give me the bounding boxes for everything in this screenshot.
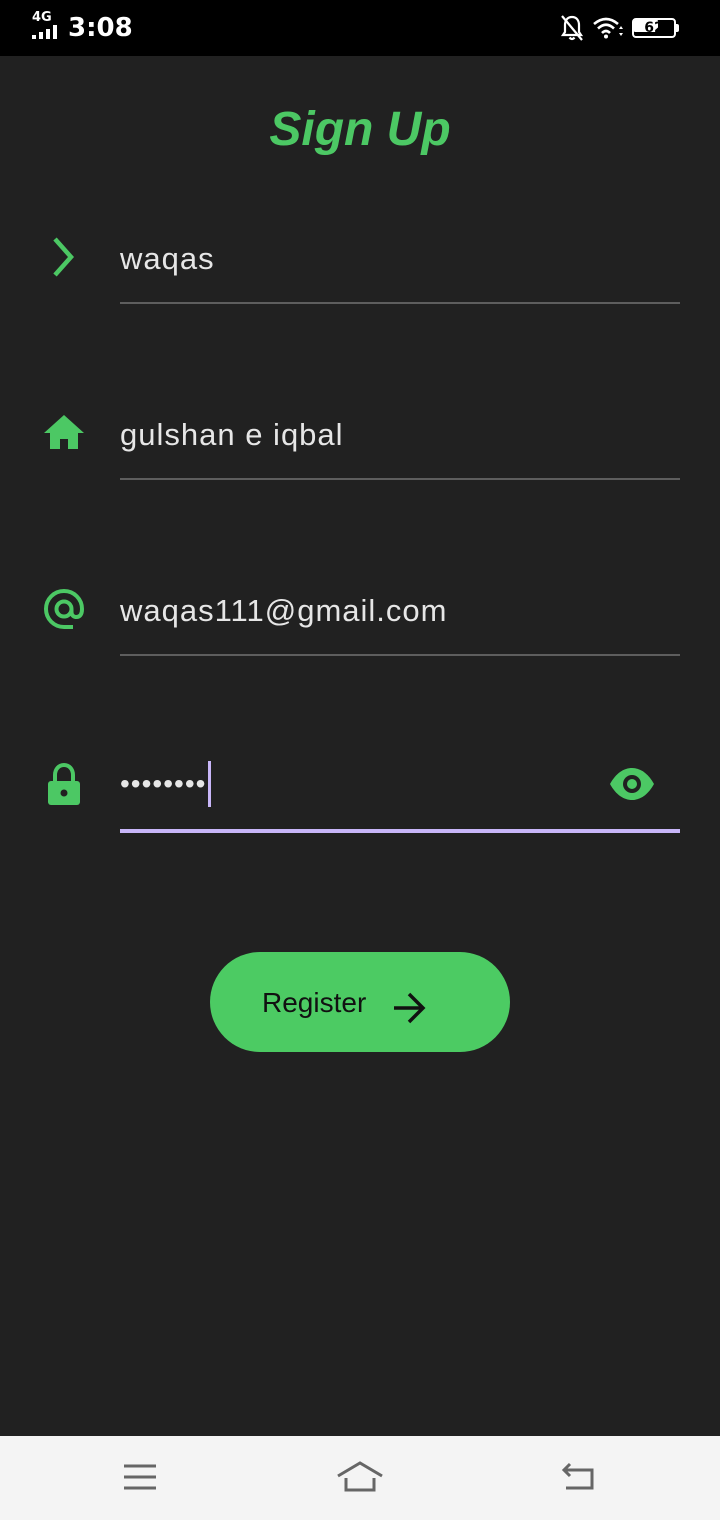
password-value: •••••••• [120,768,207,799]
address-field[interactable]: gulshan e iqbal [120,415,344,455]
home-icon [44,415,84,449]
home-icon[interactable] [336,1456,384,1500]
email-field-row: waqas111@gmail.com [0,567,720,657]
page-title: Sign Up [269,103,451,156]
name-field[interactable]: waqas [120,239,215,279]
arrow-right-icon [394,992,426,1024]
address-field-row: gulshan e iqbal [0,391,720,481]
bell-off-icon [560,15,584,41]
chevron-right-icon [53,237,75,277]
network-type: 4G [32,10,52,25]
eye-icon[interactable] [608,760,656,808]
lock-icon [48,762,80,805]
system-nav-bar [0,1436,720,1520]
password-field-underline [120,829,680,833]
address-field-underline [120,478,680,480]
battery-level: 62 [644,20,664,36]
password-field[interactable]: •••••••• [120,761,212,807]
at-sign-icon [43,588,85,629]
menu-icon[interactable] [116,1456,164,1500]
register-button-label: Register [262,987,367,1018]
signal-bars-icon [32,25,57,39]
name-field-underline [120,302,680,304]
email-field-underline [120,654,680,656]
status-bar: 4G 3:08 62 [0,0,720,56]
password-field-row: •••••••• [0,743,720,833]
name-field-row: waqas [0,215,720,305]
register-button[interactable]: Register [210,952,510,1052]
battery-icon: 62 [632,18,679,38]
wifi-icon [593,17,623,39]
status-time: 3:08 [68,13,133,43]
back-icon[interactable] [556,1456,604,1500]
email-field[interactable]: waqas111@gmail.com [120,591,447,631]
text-cursor [208,761,212,807]
